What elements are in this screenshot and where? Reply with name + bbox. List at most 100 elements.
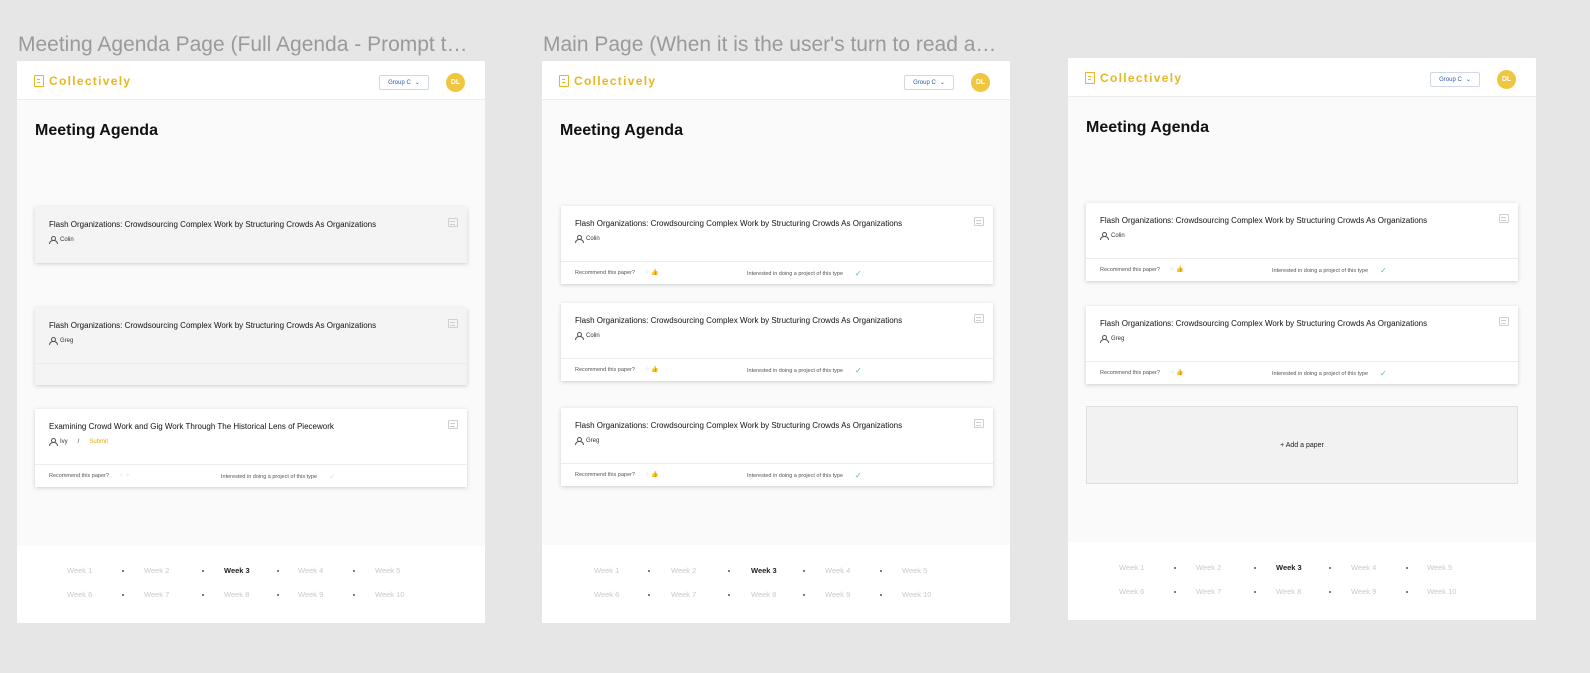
week-link[interactable]: Week 10 — [902, 590, 931, 599]
week-link-active[interactable]: Week 3 — [224, 566, 250, 575]
thumbs-up-icon[interactable]: ✧✧ — [119, 472, 131, 479]
top-bar: Collectively Group C ⌄ DL — [1068, 58, 1536, 97]
paper-card[interactable]: Flash Organizations: Crowdsourcing Compl… — [561, 303, 993, 381]
presenter: Colin — [575, 332, 600, 340]
avatar[interactable]: DL — [446, 73, 465, 92]
add-paper-button[interactable]: + Add a paper — [1086, 406, 1518, 484]
week-link[interactable]: Week 4 — [298, 566, 323, 575]
recommend-label: Recommend this paper? — [575, 269, 635, 276]
week-link[interactable]: Week 7 — [671, 590, 696, 599]
document-icon[interactable] — [448, 218, 458, 227]
dot-separator — [1329, 591, 1331, 593]
page-title: Meeting Agenda — [560, 122, 683, 139]
week-link[interactable]: Week 6 — [594, 590, 619, 599]
week-link[interactable]: Week 1 — [67, 566, 92, 575]
week-link[interactable]: Week 4 — [1351, 563, 1376, 572]
week-link[interactable]: Week 8 — [751, 590, 776, 599]
dot-separator — [353, 570, 355, 572]
week-link[interactable]: Week 10 — [375, 590, 404, 599]
week-link[interactable]: Week 1 — [594, 566, 619, 575]
week-link[interactable]: Week 5 — [902, 566, 927, 575]
thumbs-up-icon[interactable]: ✧👍 — [645, 366, 660, 373]
paper-card[interactable]: Flash Organizations: Crowdsourcing Compl… — [1086, 306, 1518, 384]
presenter-name: Colin — [1111, 233, 1125, 239]
week-link-active[interactable]: Week 3 — [751, 566, 777, 575]
document-icon[interactable] — [1499, 317, 1509, 326]
check-icon[interactable]: ✓ — [855, 269, 862, 278]
check-icon[interactable]: ✓ — [855, 471, 862, 480]
presenter: Ivy / Submit — [49, 438, 108, 446]
interest-row: Interested in doing a project of this ty… — [747, 269, 993, 278]
document-icon[interactable] — [1499, 214, 1509, 223]
document-icon[interactable] — [448, 420, 458, 429]
check-icon[interactable]: ✓ — [1380, 266, 1387, 275]
brand-logo[interactable]: Collectively — [34, 74, 131, 88]
avatar[interactable]: DL — [1497, 70, 1516, 89]
document-icon[interactable] — [448, 319, 458, 328]
group-select[interactable]: Group C ⌄ — [904, 75, 954, 90]
top-bar: Collectively Group C ⌄ DL — [17, 61, 485, 100]
week-link[interactable]: Week 10 — [1427, 587, 1456, 596]
check-icon[interactable]: ✓ — [1380, 369, 1387, 378]
paper-card[interactable]: Flash Organizations: Crowdsourcing Compl… — [35, 308, 467, 385]
week-link[interactable]: Week 5 — [1427, 563, 1452, 572]
group-select[interactable]: Group C ⌄ — [379, 75, 429, 90]
week-link-active[interactable]: Week 3 — [1276, 563, 1302, 572]
week-link[interactable]: Week 9 — [298, 590, 323, 599]
brand-name: Collectively — [1100, 71, 1183, 85]
submit-link[interactable]: Submit — [89, 439, 108, 445]
week-link[interactable]: Week 5 — [375, 566, 400, 575]
paper-card[interactable]: Flash Organizations: Crowdsourcing Compl… — [35, 207, 467, 263]
document-icon[interactable] — [974, 217, 984, 226]
presenter: Greg — [575, 437, 599, 445]
week-link[interactable]: Week 9 — [825, 590, 850, 599]
dot-separator — [1406, 567, 1408, 569]
person-icon — [575, 235, 584, 243]
person-icon — [1100, 232, 1109, 240]
dot-separator — [648, 570, 650, 572]
thumbs-up-icon[interactable]: ✧👍 — [1170, 369, 1185, 376]
thumbs-up-icon[interactable]: ✧👍 — [645, 269, 660, 276]
group-select[interactable]: Group C ⌄ — [1430, 72, 1480, 87]
check-icon[interactable]: ✓ — [329, 472, 336, 481]
week-link[interactable]: Week 8 — [224, 590, 249, 599]
week-link[interactable]: Week 6 — [67, 590, 92, 599]
dot-separator — [880, 594, 882, 596]
presenter: Greg — [1100, 335, 1124, 343]
document-icon[interactable] — [974, 419, 984, 428]
dot-separator — [1329, 567, 1331, 569]
week-link[interactable]: Week 7 — [1196, 587, 1221, 596]
presenter-name: Greg — [1111, 336, 1125, 342]
week-link[interactable]: Week 2 — [1196, 563, 1221, 572]
brand-logo[interactable]: Collectively — [559, 74, 656, 88]
week-link[interactable]: Week 6 — [1119, 587, 1144, 596]
presenter-name: Colin — [586, 333, 600, 339]
paper-card[interactable]: Examining Crowd Work and Gig Work Throug… — [35, 409, 467, 487]
dot-separator — [728, 594, 730, 596]
paper-card[interactable]: Flash Organizations: Crowdsourcing Compl… — [1086, 203, 1518, 281]
avatar[interactable]: DL — [971, 73, 990, 92]
check-icon[interactable]: ✓ — [855, 366, 862, 375]
week-link[interactable]: Week 4 — [825, 566, 850, 575]
recommend-label: Recommend this paper? — [49, 472, 109, 479]
document-icon[interactable] — [974, 314, 984, 323]
week-link[interactable]: Week 2 — [144, 566, 169, 575]
week-link[interactable]: Week 1 — [1119, 563, 1144, 572]
interested-label: Interested in doing a project of this ty… — [1272, 370, 1369, 377]
week-link[interactable]: Week 2 — [671, 566, 696, 575]
presenter-name: Greg — [60, 338, 74, 344]
group-select-value: Group C — [913, 79, 936, 86]
presenter: Colin — [49, 236, 74, 244]
thumbs-up-icon[interactable]: ✧👍 — [1170, 266, 1185, 273]
week-nav: Week 1 Week 2 Week 3 Week 4 Week 5 Week … — [542, 545, 1010, 623]
thumbs-up-icon[interactable]: ✧👍 — [645, 471, 660, 478]
chevron-down-icon: ⌄ — [414, 80, 420, 86]
brand-logo[interactable]: Collectively — [1085, 71, 1182, 85]
week-link[interactable]: Week 7 — [144, 590, 169, 599]
week-link[interactable]: Week 9 — [1351, 587, 1376, 596]
week-link[interactable]: Week 8 — [1276, 587, 1301, 596]
dot-separator — [277, 570, 279, 572]
paper-card[interactable]: Flash Organizations: Crowdsourcing Compl… — [561, 408, 993, 486]
interested-label: Interested in doing a project of this ty… — [1272, 267, 1369, 274]
paper-card[interactable]: Flash Organizations: Crowdsourcing Compl… — [561, 206, 993, 284]
